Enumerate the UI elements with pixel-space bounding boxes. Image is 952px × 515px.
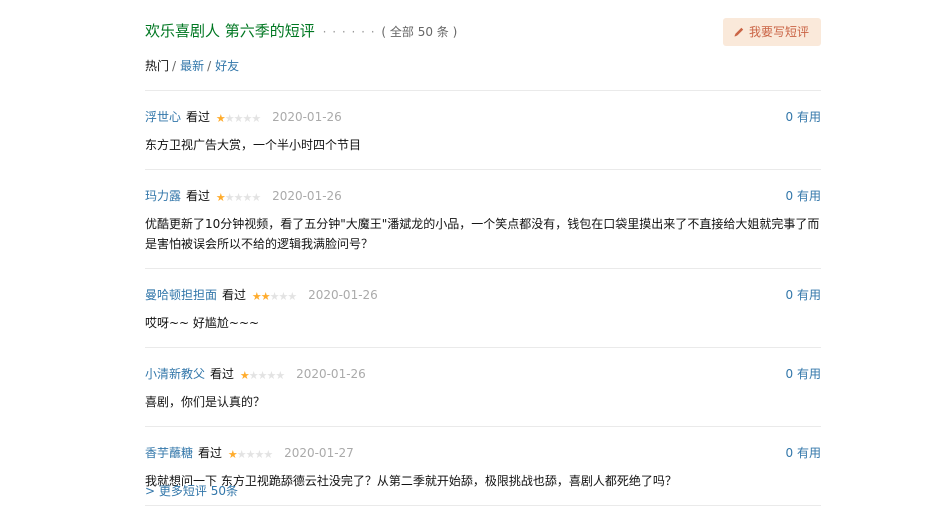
title-dots: · · · · · · [322,25,376,39]
comment-meta: 玛力露 看过 ★★★★★ 2020-01-26 0 有用 [145,187,821,205]
rating-stars: ★★★★★ [239,367,285,385]
write-review-button[interactable]: 我要写短评 [722,18,821,46]
sort-newest-link[interactable]: 最新 [180,59,204,73]
comment-date: 2020-01-26 [296,367,366,381]
star-icon: ★ [215,191,226,204]
section-title: 欢乐喜剧人 第六季的短评 [145,22,315,40]
comments-section: 欢乐喜剧人 第六季的短评 · · · · · · ( 全部 50 条 ) 我要写… [145,0,821,506]
vote-label: 有用 [796,288,821,302]
more-arrow: > [145,484,156,498]
comment-item: 香芋蘸糖 看过 ★★★★★ 2020-01-27 0 有用 我就想问一下 东方卫视… [145,427,821,506]
star-icon: ★ [236,448,247,461]
total-count: ( 全部 50 条 ) [381,25,458,39]
useful-vote-button[interactable]: 0 有用 [786,444,821,462]
comment-meta: 香芋蘸糖 看过 ★★★★★ 2020-01-27 0 有用 [145,444,821,462]
comment-list: 浮世心 看过 ★★★★★ 2020-01-26 0 有用 东方卫视广告大赏，一个半… [145,90,821,506]
comment-date: 2020-01-26 [272,110,342,124]
comment-user-link[interactable]: 香芋蘸糖 [145,446,193,460]
comments-header: 欢乐喜剧人 第六季的短评 · · · · · · ( 全部 50 条 ) 我要写… [145,0,821,73]
vote-count: 0 [785,367,794,381]
comment-date: 2020-01-27 [284,446,354,460]
star-icon: ★ [260,290,271,303]
comment-item: 玛力露 看过 ★★★★★ 2020-01-26 0 有用 优酷更新了10分钟视频，… [145,170,821,269]
star-icon: ★ [239,369,250,382]
sort-bar: 热门 / 最新 / 好友 [145,57,239,75]
comment-text: 我就想问一下 东方卫视跪舔德云社没完了？从第二季就开始舔，极限挑战也舔，喜剧人都… [145,474,677,488]
sort-friends-link[interactable]: 好友 [215,59,239,73]
vote-count: 0 [785,446,794,460]
comment-item: 曼哈顿担担面 看过 ★★★★★ 2020-01-26 0 有用 哎呀~~ 好尴尬~… [145,269,821,348]
star-icon: ★ [275,369,285,382]
star-icon: ★ [215,112,226,125]
vote-label: 有用 [796,110,821,124]
vote-label: 有用 [796,189,821,203]
useful-vote-button[interactable]: 0 有用 [786,365,821,383]
vote-count: 0 [785,110,794,124]
useful-vote-button[interactable]: 0 有用 [786,108,821,126]
comment-meta: 浮世心 看过 ★★★★★ 2020-01-26 0 有用 [145,108,821,126]
sort-separator: / [172,59,177,73]
comment-item: 小清新教父 看过 ★★★★★ 2020-01-26 0 有用 喜剧，你们是认真的？ [145,348,821,427]
comment-text: 喜剧，你们是认真的？ [145,395,266,409]
vote-count: 0 [785,189,794,203]
vote-label: 有用 [796,367,821,381]
more-comments-label[interactable]: 更多短评 50条 [159,484,238,498]
useful-vote-button[interactable]: 0 有用 [786,286,821,304]
comment-date: 2020-01-26 [308,288,378,302]
comment-user-link[interactable]: 小清新教父 [145,367,205,381]
watch-status: 看过 [210,367,235,381]
comment-text: 优酷更新了10分钟视频，看了五分钟"大魔王"潘斌龙的小品，一个笑点都没有，钱包在… [145,217,820,251]
comment-meta: 小清新教父 看过 ★★★★★ 2020-01-26 0 有用 [145,365,821,383]
comment-user-link[interactable]: 曼哈顿担担面 [145,288,217,302]
rating-stars: ★★★★★ [215,110,261,128]
pencil-icon [734,27,744,37]
vote-count: 0 [785,288,794,302]
star-icon: ★ [224,112,235,125]
write-review-label: 我要写短评 [748,25,809,39]
comment-text: 哎呀~~ 好尴尬~~~ [145,316,260,330]
star-icon: ★ [224,191,235,204]
comment-date: 2020-01-26 [272,189,342,203]
comment-item: 浮世心 看过 ★★★★★ 2020-01-26 0 有用 东方卫视广告大赏，一个半… [145,91,821,170]
rating-stars: ★★★★★ [215,189,261,207]
star-icon: ★ [251,191,261,204]
sort-separator: / [207,59,212,73]
vote-label: 有用 [796,446,821,460]
watch-status: 看过 [198,446,223,460]
comment-text: 东方卫视广告大赏，一个半小时四个节目 [145,138,362,152]
rating-stars: ★★★★★ [251,288,297,306]
star-icon: ★ [227,448,238,461]
sort-hot: 热门 [145,59,170,73]
rating-stars: ★★★★★ [227,446,273,464]
more-comments-link[interactable]: > 更多短评 50条 [145,482,238,500]
title-line: 欢乐喜剧人 第六季的短评 · · · · · · ( 全部 50 条 ) [145,21,457,42]
comment-user-link[interactable]: 玛力露 [145,189,181,203]
comment-user-link[interactable]: 浮世心 [145,110,181,124]
watch-status: 看过 [186,110,211,124]
star-icon: ★ [248,369,259,382]
watch-status: 看过 [186,189,211,203]
star-icon: ★ [287,290,297,303]
useful-vote-button[interactable]: 0 有用 [786,187,821,205]
star-icon: ★ [263,448,273,461]
watch-status: 看过 [222,288,247,302]
star-icon: ★ [251,290,262,303]
comment-meta: 曼哈顿担担面 看过 ★★★★★ 2020-01-26 0 有用 [145,286,821,304]
star-icon: ★ [251,112,261,125]
